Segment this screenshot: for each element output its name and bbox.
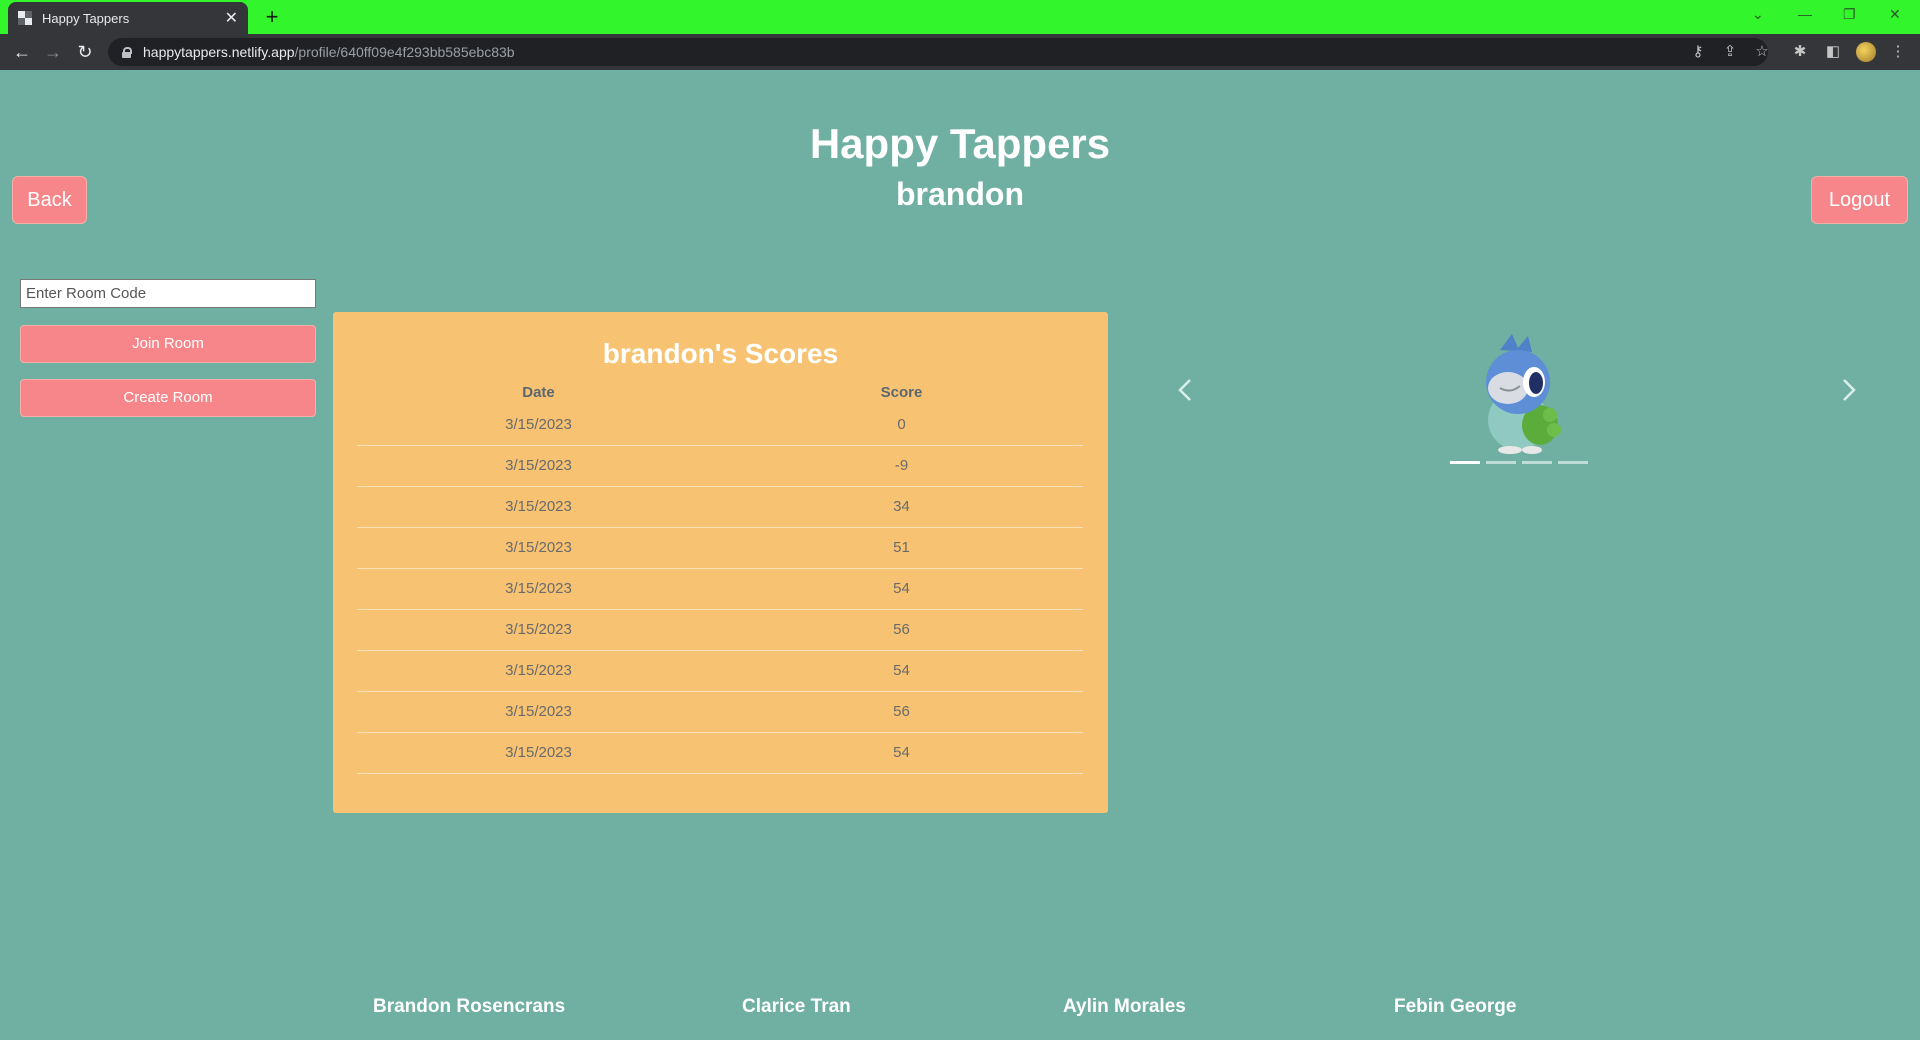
- table-row: 3/15/2023 54: [357, 732, 1083, 774]
- join-room-button[interactable]: Join Room: [20, 325, 316, 363]
- browser-tab[interactable]: Happy Tappers ✕: [8, 2, 248, 34]
- date-cell: 3/15/2023: [357, 691, 720, 733]
- date-cell: 3/15/2023: [357, 732, 720, 774]
- url-path: /profile/640ff09e4f293bb585ebc83b: [294, 44, 515, 60]
- score-cell: 56: [720, 691, 1083, 733]
- restore-icon[interactable]: ❐: [1843, 6, 1856, 23]
- tab-search-icon[interactable]: ⌄: [1752, 6, 1764, 23]
- key-icon[interactable]: ⚷: [1688, 42, 1708, 62]
- carousel-indicator-2[interactable]: [1486, 461, 1516, 464]
- footer-credit: Brandon Rosencrans: [373, 996, 566, 1017]
- scores-title: brandon's Scores: [602, 338, 839, 369]
- date-cell: 3/15/2023: [357, 404, 720, 446]
- back-button[interactable]: Back: [12, 176, 87, 224]
- bird-character-image: [1486, 334, 1561, 454]
- url-host: happytappers.netlify.app: [143, 44, 295, 60]
- scores-header-row: Date Score: [357, 380, 1083, 404]
- extensions-icon[interactable]: ✱: [1790, 42, 1810, 62]
- table-row: 3/15/2023 0: [357, 404, 1083, 446]
- tab-close-icon[interactable]: ✕: [225, 8, 238, 28]
- table-row: 3/15/2023 51: [357, 527, 1083, 569]
- close-window-icon[interactable]: ✕: [1889, 6, 1901, 23]
- carousel-next-icon[interactable]: [1834, 370, 1864, 410]
- reload-icon[interactable]: ↻: [73, 40, 97, 64]
- date-cell: 3/15/2023: [357, 609, 720, 651]
- carousel-prev-icon[interactable]: [1170, 370, 1200, 410]
- date-cell: 3/15/2023: [357, 486, 720, 528]
- lock-icon: [122, 46, 132, 58]
- date-cell: 3/15/2023: [357, 650, 720, 692]
- table-row: 3/15/2023 34: [357, 486, 1083, 528]
- app-favicon-icon: [18, 11, 32, 25]
- tab-title: Happy Tappers: [42, 10, 130, 26]
- bookmark-star-icon[interactable]: ☆: [1752, 42, 1772, 62]
- table-row: 3/15/2023 -9: [357, 445, 1083, 487]
- table-row: 3/15/2023 54: [357, 650, 1083, 692]
- carousel-indicator-1[interactable]: [1450, 461, 1480, 464]
- footer-credit: Febin George: [1394, 996, 1517, 1017]
- profile-avatar-icon[interactable]: [1856, 42, 1876, 62]
- carousel-indicator-4[interactable]: [1558, 461, 1588, 464]
- app-title: Happy Tappers: [809, 120, 1111, 167]
- score-cell: -9: [720, 445, 1083, 487]
- profile-username: brandon: [896, 176, 1024, 212]
- address-bar[interactable]: happytappers.netlify.app/profile/640ff09…: [108, 38, 1768, 66]
- score-cell: 34: [720, 486, 1083, 528]
- score-cell: 51: [720, 527, 1083, 569]
- score-cell: 54: [720, 650, 1083, 692]
- browser-toolbar: ← → ↻ happytappers.netlify.app/profile/6…: [0, 34, 1920, 70]
- table-row: 3/15/2023 56: [357, 609, 1083, 651]
- share-icon[interactable]: ⇪: [1720, 42, 1740, 62]
- footer-credit: Aylin Morales: [1063, 996, 1186, 1017]
- column-header-date: Date: [522, 383, 555, 401]
- side-panel-icon[interactable]: ◧: [1823, 42, 1843, 62]
- room-code-input[interactable]: [20, 279, 316, 308]
- scores-table: Date Score 3/15/2023 0 3/15/2023 -9 3/15/2…: [357, 380, 1083, 774]
- date-cell: 3/15/2023: [357, 445, 720, 487]
- character-carousel: [1170, 310, 1870, 570]
- date-cell: 3/15/2023: [357, 527, 720, 569]
- score-cell: 56: [720, 609, 1083, 651]
- scores-card: brandon's Scores Date Score 3/15/2023 0 3…: [333, 312, 1108, 813]
- menu-kebab-icon[interactable]: ⋮: [1888, 42, 1908, 62]
- footer-credit: Clarice Tran: [742, 996, 851, 1017]
- date-cell: 3/15/2023: [357, 568, 720, 610]
- back-arrow-icon[interactable]: ←: [10, 40, 34, 64]
- browser-tabstrip: Happy Tappers ✕ + ⌄ — ❐ ✕: [0, 0, 1920, 34]
- minimize-icon[interactable]: —: [1798, 6, 1812, 22]
- table-row: 3/15/2023 54: [357, 568, 1083, 610]
- score-cell: 0: [720, 404, 1083, 446]
- score-cell: 54: [720, 732, 1083, 774]
- carousel-indicator-3[interactable]: [1522, 461, 1552, 464]
- column-header-score: Score: [880, 383, 923, 401]
- new-tab-button[interactable]: +: [258, 4, 286, 32]
- forward-arrow-icon[interactable]: →: [41, 40, 65, 64]
- score-cell: 54: [720, 568, 1083, 610]
- create-room-button[interactable]: Create Room: [20, 379, 316, 417]
- logout-button[interactable]: Logout: [1811, 176, 1908, 224]
- table-row: 3/15/2023 56: [357, 691, 1083, 733]
- page-content: Happy Tappers brandon Back Logout Join R…: [0, 70, 1920, 1040]
